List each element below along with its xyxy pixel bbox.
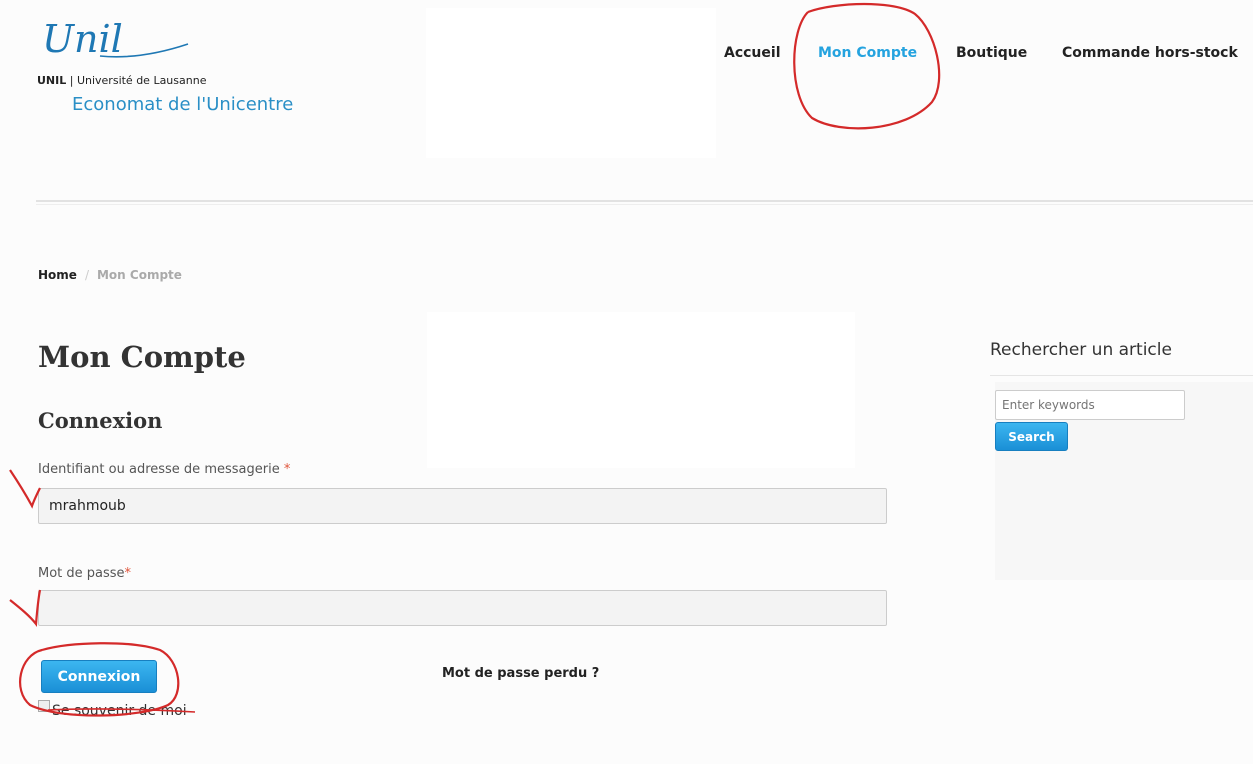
section-title-connexion: Connexion [38,408,163,433]
sidebar-search-title: Rechercher un article [990,340,1172,360]
annotation-check-password [9,589,42,627]
annotation-circle-mon-compte [793,2,941,130]
remember-me-label[interactable]: Se souvenir de moi [52,703,187,719]
annotation-check-username [9,469,41,509]
password-label: Mot de passe* [38,566,131,581]
required-mark: * [124,566,132,581]
nav-accueil[interactable]: Accueil [724,45,781,61]
sidebar-divider [990,375,1253,376]
logo-org-line: UNIL | Université de Lausanne [37,74,207,87]
logo-script-text: Unil [42,18,123,61]
header-spacer [426,8,716,158]
username-label: Identifiant ou adresse de messagerie * [38,462,290,477]
logo-org-full: Université de Lausanne [76,74,207,87]
search-input[interactable] [995,390,1185,420]
logo-department: Economat de l'Unicentre [72,94,294,115]
breadcrumb-separator: / [84,268,89,282]
remember-me-checkbox[interactable] [38,700,50,712]
header-divider [36,200,1253,202]
logo-org-short: UNIL [37,74,67,87]
nav-commande-hors-stock[interactable]: Commande hors-stock [1062,45,1238,61]
required-mark: * [283,462,291,477]
header-divider-shadow [36,204,1253,205]
page-title: Mon Compte [38,340,246,374]
nav-mon-compte[interactable]: Mon Compte [818,45,917,61]
lost-password-link[interactable]: Mot de passe perdu ? [442,666,599,681]
password-label-text: Mot de passe [38,566,125,581]
search-button[interactable]: Search [995,422,1068,451]
breadcrumb-home[interactable]: Home [38,268,77,282]
unil-logo-script[interactable]: Unil [40,18,190,64]
breadcrumb-current: Mon Compte [96,268,182,282]
username-input[interactable]: mrahmoub [38,488,887,524]
password-input[interactable] [38,590,887,626]
connexion-button[interactable]: Connexion [41,660,157,693]
content-spacer [427,312,855,468]
username-label-text: Identifiant ou adresse de messagerie [38,462,280,477]
nav-boutique[interactable]: Boutique [956,45,1027,61]
breadcrumb: Home / Mon Compte [38,268,182,282]
